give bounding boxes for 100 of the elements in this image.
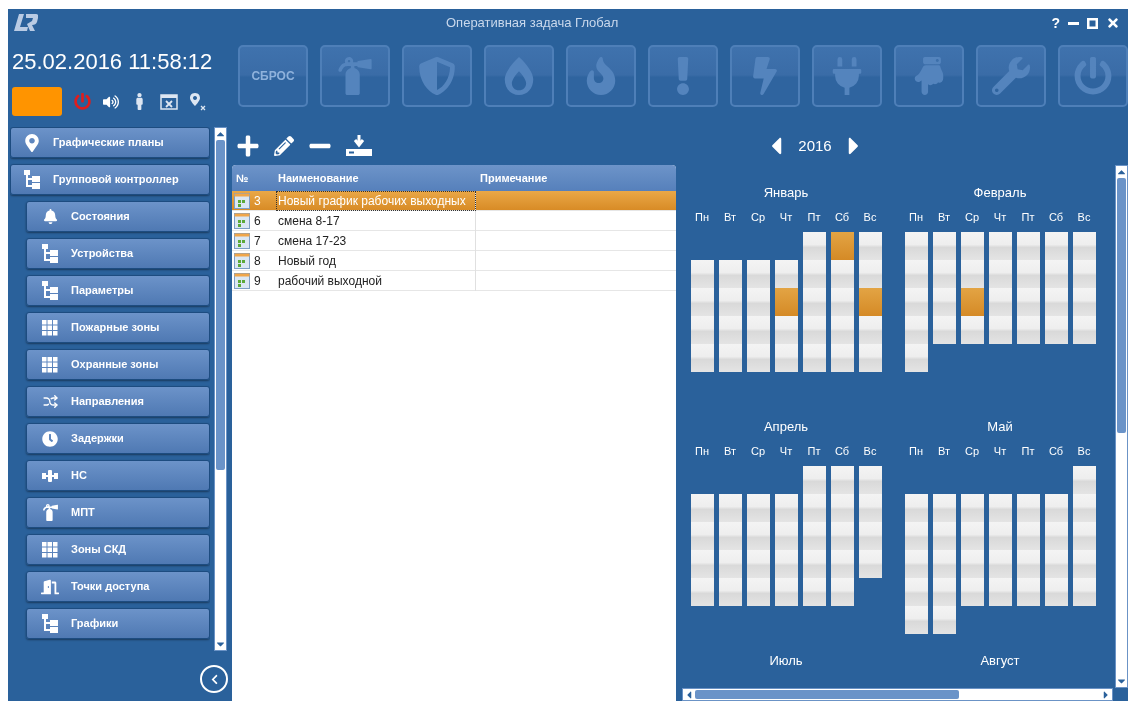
sidebar-item[interactable]: Параметры [26,275,210,306]
add-icon[interactable] [236,134,260,158]
scrollbar-thumb[interactable] [1117,178,1126,433]
sidebar-item[interactable]: Зоны СКД [26,534,210,565]
calendar-day[interactable] [1072,521,1096,550]
calendar-day[interactable] [746,259,770,288]
speaker-icon[interactable] [103,93,119,110]
calendar-day[interactable] [1016,287,1040,316]
scrollbar-thumb[interactable] [216,140,225,470]
calendar-day[interactable] [988,287,1012,316]
calendar-day[interactable] [774,549,798,578]
column-header[interactable]: Наименование [276,169,476,187]
calendar-day[interactable] [1016,493,1040,522]
calendar-day[interactable] [960,549,984,578]
calendar-day[interactable] [802,493,826,522]
calendar-day[interactable] [802,231,826,260]
sidebar-item[interactable]: Направления [26,386,210,417]
calendar-day[interactable] [932,549,956,578]
calendar-day[interactable] [830,549,854,578]
pencil-icon[interactable] [274,136,294,156]
calendar-day[interactable] [904,605,928,634]
calendar-day[interactable] [774,259,798,288]
calendar-day[interactable] [690,315,714,344]
calendar-day[interactable] [904,549,928,578]
calendar-day[interactable] [1072,493,1096,522]
minimize-icon[interactable] [1068,21,1079,25]
calendar-day[interactable] [858,521,882,550]
column-header[interactable]: Примечание [476,169,548,187]
calendar-day[interactable] [1016,259,1040,288]
calendar-day[interactable] [904,259,928,288]
calendar-day[interactable] [988,577,1012,606]
calendar-day[interactable] [774,521,798,550]
sidebar-item[interactable]: Состояния [26,201,210,232]
calendar-day[interactable] [904,287,928,316]
calendar-day[interactable] [858,259,882,288]
calendar-day[interactable] [802,577,826,606]
calendar-day[interactable] [1044,315,1068,344]
calendar-day[interactable] [858,549,882,578]
calendar-day[interactable] [932,577,956,606]
calendar-day[interactable] [718,287,742,316]
calendar-day[interactable] [746,577,770,606]
calendar-day[interactable] [718,343,742,372]
calendar-day[interactable] [774,577,798,606]
calendar-day[interactable] [1016,521,1040,550]
sidebar-item[interactable]: Устройства [26,238,210,269]
calendar-day[interactable] [1016,315,1040,344]
calendar-day[interactable] [690,549,714,578]
calendar-day[interactable] [746,315,770,344]
calendar-day[interactable] [960,231,984,260]
calendar-day[interactable] [1044,577,1068,606]
calendar-day[interactable] [960,577,984,606]
sidebar-item[interactable]: Точки доступа [26,571,210,602]
calendar-day[interactable] [988,259,1012,288]
calendar-day[interactable] [718,577,742,606]
horizontal-scrollbar[interactable] [682,688,1113,701]
calendar-day[interactable] [774,315,798,344]
calendar-day[interactable] [746,287,770,316]
calendar-day[interactable] [830,465,854,494]
calendar-day[interactable] [690,521,714,550]
table-row[interactable]: 6 смена 8-17 [232,211,676,231]
calendar-day[interactable] [830,231,854,260]
scrollbar-thumb[interactable] [695,690,959,699]
help-button[interactable]: ? [1051,12,1060,34]
calendar-day[interactable] [1072,465,1096,494]
calendar-day[interactable] [960,315,984,344]
vertical-scrollbar[interactable] [214,127,227,651]
calendar-day[interactable] [858,465,882,494]
calendar-day[interactable] [830,343,854,372]
calendar-day[interactable] [690,343,714,372]
sidebar-item[interactable]: Пожарные зоны [26,312,210,343]
calendar-day[interactable] [718,259,742,288]
calendar-day[interactable] [802,315,826,344]
calendar-day[interactable] [1016,577,1040,606]
calendar-day[interactable] [718,493,742,522]
calendar-day[interactable] [746,549,770,578]
calendar-day[interactable] [1044,493,1068,522]
calendar-day[interactable] [718,521,742,550]
calendar-day[interactable] [960,521,984,550]
calendar-day[interactable] [690,259,714,288]
calendar-day[interactable] [904,343,928,372]
calendar-day[interactable] [1044,231,1068,260]
download-icon[interactable] [346,135,372,157]
calendar-day[interactable] [830,259,854,288]
calendar-day[interactable] [1072,315,1096,344]
calendar-day[interactable] [932,521,956,550]
close-icon[interactable] [1106,16,1120,30]
calendar-day[interactable] [746,343,770,372]
calendar-day[interactable] [904,315,928,344]
calendar-day[interactable] [774,287,798,316]
calendar-day[interactable] [774,343,798,372]
calendar-day[interactable] [802,287,826,316]
calendar-day[interactable] [690,287,714,316]
calendar-day[interactable] [932,493,956,522]
calendar-day[interactable] [802,549,826,578]
sidebar-item[interactable]: Графики [26,608,210,639]
calendar-day[interactable] [904,493,928,522]
collapse-button[interactable] [200,665,228,693]
calendar-day[interactable] [858,493,882,522]
calendar-day[interactable] [1072,231,1096,260]
calendar-day[interactable] [988,231,1012,260]
